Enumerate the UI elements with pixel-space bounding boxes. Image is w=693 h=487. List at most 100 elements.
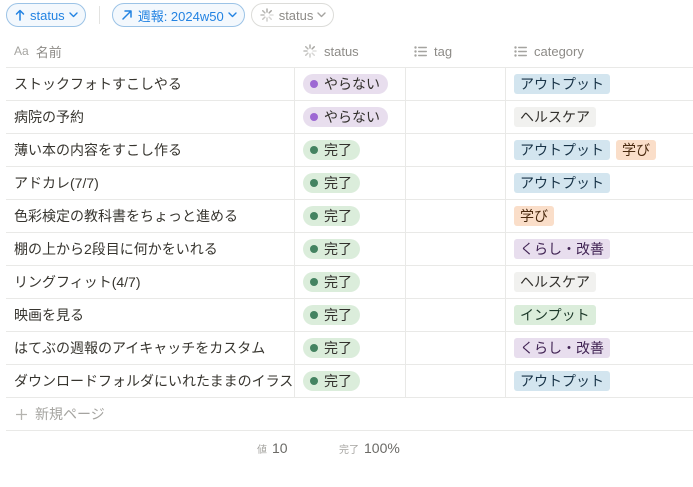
row-status-cell[interactable]: 完了: [295, 299, 406, 331]
row-tag-cell[interactable]: [406, 101, 506, 133]
status-badge-label: やらない: [324, 76, 380, 92]
table-row[interactable]: ストックフォトすこしやる やらない アウトプット: [6, 68, 693, 101]
plus-icon: [16, 408, 27, 420]
row-status-cell[interactable]: 完了: [295, 200, 406, 232]
count-aggregation[interactable]: 値 10: [257, 440, 288, 456]
row-tag-cell[interactable]: [406, 332, 506, 364]
row-status-cell[interactable]: やらない: [295, 101, 406, 133]
row-status-cell[interactable]: やらない: [295, 68, 406, 100]
row-name: 色彩検定の教科書をちょっと進める: [14, 208, 238, 224]
column-header-tag-label: tag: [434, 43, 453, 59]
row-name-cell[interactable]: 棚の上から2段目に何かをいれる: [6, 233, 295, 265]
row-category-cell[interactable]: くらし・改善: [506, 332, 693, 364]
database-table: Aa 名前 status tag category ストックフォトすこしやる やら…: [6, 35, 693, 431]
row-status-cell[interactable]: 完了: [295, 365, 406, 397]
row-name-cell[interactable]: ダウンロードフォルダにいれたままのイラスト: [6, 365, 295, 397]
table-row[interactable]: 色彩検定の教科書をちょっと進める 完了 学び: [6, 200, 693, 233]
status-badge: 完了: [303, 173, 360, 193]
table-row[interactable]: アドカレ(7/7) 完了 アウトプット: [6, 167, 693, 200]
category-tag: ヘルスケア: [514, 272, 596, 292]
status-badge: 完了: [303, 371, 360, 391]
status-dot-icon: [310, 245, 318, 253]
week-filter-chip[interactable]: 週報: 2024w50: [111, 3, 245, 27]
row-tag-cell[interactable]: [406, 68, 506, 100]
done-aggregation[interactable]: 完了 100%: [339, 440, 400, 456]
multi-select-icon: [514, 45, 527, 57]
column-header-category[interactable]: category: [506, 35, 693, 67]
category-tag: アウトプット: [514, 74, 610, 94]
row-status-cell[interactable]: 完了: [295, 266, 406, 298]
done-aggregation-label: 完了: [339, 445, 359, 456]
category-tag: ヘルスケア: [514, 107, 596, 127]
column-header-name[interactable]: Aa 名前: [6, 35, 295, 67]
sort-chip[interactable]: status: [6, 3, 86, 27]
row-tag-cell[interactable]: [406, 299, 506, 331]
status-dot-icon: [310, 113, 318, 121]
row-category-cell[interactable]: アウトプット: [506, 68, 693, 100]
row-tag-cell[interactable]: [406, 200, 506, 232]
filter-bar: status 週報: 2024w50 status: [6, 3, 335, 27]
relation-arrow-icon: [121, 9, 133, 21]
row-name-cell[interactable]: リングフィット(4/7): [6, 266, 295, 298]
new-page-button[interactable]: 新規ページ: [6, 398, 693, 431]
category-tag: くらし・改善: [514, 239, 610, 259]
row-status-cell[interactable]: 完了: [295, 233, 406, 265]
status-badge: 完了: [303, 206, 360, 226]
table-row[interactable]: リングフィット(4/7) 完了 ヘルスケア: [6, 266, 693, 299]
row-status-cell[interactable]: 完了: [295, 134, 406, 166]
status-filter-chip[interactable]: status: [250, 3, 335, 27]
row-name-cell[interactable]: 病院の予約: [6, 101, 295, 133]
row-name-cell[interactable]: はてぶの週報のアイキャッチをカスタム: [6, 332, 295, 364]
row-category-cell[interactable]: 学び: [506, 200, 693, 232]
row-tag-cell[interactable]: [406, 266, 506, 298]
title-property-icon: Aa: [14, 44, 29, 58]
row-name-cell[interactable]: ストックフォトすこしやる: [6, 68, 295, 100]
column-header-tag[interactable]: tag: [406, 35, 506, 67]
table-row[interactable]: 薄い本の内容をすこし作る 完了 アウトプット 学び: [6, 134, 693, 167]
status-badge-label: 完了: [324, 142, 352, 158]
row-category-cell[interactable]: くらし・改善: [506, 233, 693, 265]
status-property-icon: [303, 44, 317, 58]
new-page-label: 新規ページ: [35, 406, 105, 422]
table-row[interactable]: 棚の上から2段目に何かをいれる 完了 くらし・改善: [6, 233, 693, 266]
row-name-cell[interactable]: アドカレ(7/7): [6, 167, 295, 199]
category-tag: インプット: [514, 305, 596, 325]
status-dot-icon: [310, 344, 318, 352]
status-badge-label: 完了: [324, 307, 352, 323]
status-badge: 完了: [303, 239, 360, 259]
row-name-cell[interactable]: 映画を見る: [6, 299, 295, 331]
category-tag: くらし・改善: [514, 338, 610, 358]
table-row[interactable]: はてぶの週報のアイキャッチをカスタム 完了 くらし・改善: [6, 332, 693, 365]
count-aggregation-value: 10: [272, 440, 288, 456]
status-badge: 完了: [303, 338, 360, 358]
table-row[interactable]: 病院の予約 やらない ヘルスケア: [6, 101, 693, 134]
row-category-cell[interactable]: アウトプット 学び: [506, 134, 693, 166]
row-tag-cell[interactable]: [406, 134, 506, 166]
row-category-cell[interactable]: アウトプット: [506, 365, 693, 397]
table-row[interactable]: 映画を見る 完了 インプット: [6, 299, 693, 332]
status-badge-label: 完了: [324, 274, 352, 290]
column-header-status[interactable]: status: [295, 35, 406, 67]
status-badge-label: 完了: [324, 208, 352, 224]
row-name-cell[interactable]: 薄い本の内容をすこし作る: [6, 134, 295, 166]
row-name: 病院の予約: [14, 109, 84, 125]
row-status-cell[interactable]: 完了: [295, 167, 406, 199]
row-tag-cell[interactable]: [406, 365, 506, 397]
row-category-cell[interactable]: ヘルスケア: [506, 101, 693, 133]
row-tag-cell[interactable]: [406, 167, 506, 199]
table-body: ストックフォトすこしやる やらない アウトプット 病院の予約 やらない ヘルスケア 薄い本の…: [6, 68, 693, 398]
row-category-cell[interactable]: ヘルスケア: [506, 266, 693, 298]
category-tag: アウトプット: [514, 371, 610, 391]
row-category-cell[interactable]: アウトプット: [506, 167, 693, 199]
row-name: 映画を見る: [14, 307, 84, 323]
chevron-down-icon: [68, 12, 78, 18]
row-name: リングフィット(4/7): [14, 274, 141, 290]
row-status-cell[interactable]: 完了: [295, 332, 406, 364]
status-dot-icon: [310, 146, 318, 154]
row-category-cell[interactable]: インプット: [506, 299, 693, 331]
row-name-cell[interactable]: 色彩検定の教科書をちょっと進める: [6, 200, 295, 232]
category-tag: アウトプット: [514, 140, 610, 160]
table-row[interactable]: ダウンロードフォルダにいれたままのイラスト 完了 アウトプット: [6, 365, 693, 398]
column-header-status-label: status: [324, 43, 359, 59]
row-tag-cell[interactable]: [406, 233, 506, 265]
